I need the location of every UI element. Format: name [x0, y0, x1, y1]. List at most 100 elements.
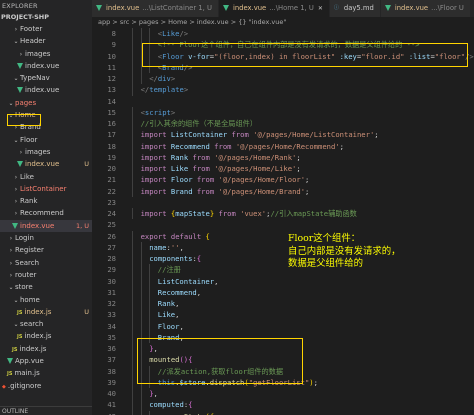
line-number: 11 — [107, 62, 116, 72]
code-token: /> — [179, 29, 189, 38]
code-line: 29 //注册 — [92, 264, 474, 276]
tree-item-footer[interactable]: › Footer — [0, 23, 92, 35]
code-line: 20 import Like from '@/pages/Home/Like'; — [92, 163, 474, 175]
tree-item-label: Home — [15, 111, 36, 120]
tree-item-home[interactable]: ⌄home — [0, 294, 92, 306]
line-number: 21 — [107, 175, 116, 185]
tree-item-typenav[interactable]: ⌄TypeNav — [0, 72, 92, 84]
indent-guide — [132, 298, 133, 310]
file-tree: › Footer ⌄Header › images index.vue ⌄TypeNav in… — [0, 23, 92, 392]
indent-guide — [149, 309, 151, 321]
code-text: components:{ — [149, 253, 201, 264]
code-token: </ — [140, 85, 150, 95]
line-number: 22 — [107, 186, 116, 196]
code-token: script — [144, 107, 171, 117]
tab-label: index.vue — [394, 4, 429, 12]
outline-section[interactable]: OUTLINE — [0, 406, 92, 415]
tree-item-pages[interactable]: ⌄pages — [0, 97, 92, 109]
line-number: 31 — [107, 287, 116, 297]
line-number: 8 — [111, 29, 116, 38]
code-text: import Floor from '@/pages/Home/Floor'; — [141, 174, 310, 185]
code-token: '@/pages/Home/Recommend' — [235, 141, 340, 151]
line-number: 25 — [107, 220, 116, 230]
indent-guide — [149, 275, 151, 287]
indent-guide — [132, 253, 133, 265]
tree-item-router[interactable]: › router — [0, 269, 92, 281]
tree-item-index-vue[interactable]: index.vue 1, U — [0, 219, 92, 233]
tree-item-label: images — [25, 147, 51, 156]
code-token: </ — [149, 74, 158, 83]
code-editor[interactable]: 8 <Like/> 9 <!-- Floor这个组件，自己在组件内部是没有发请求的，数… — [92, 28, 474, 415]
indent-guide — [132, 151, 133, 163]
tree-item-app-vue[interactable]: App.vue — [0, 355, 92, 367]
indent-guide — [140, 320, 142, 332]
code-token: import — [140, 209, 171, 218]
code-token: import — [140, 186, 171, 196]
tree-item-images[interactable]: › images — [0, 146, 92, 158]
tree-item-index-js[interactable]: JS index.js — [0, 343, 92, 355]
indent-guide — [140, 298, 142, 310]
breadcrumb[interactable]: app > src > pages > Home > index.vue > {… — [92, 17, 474, 28]
code-token: ; — [374, 130, 379, 140]
tree-item-login[interactable]: › Login — [0, 232, 92, 244]
code-token: 'vuex' — [240, 209, 267, 218]
tree-item-index-vue[interactable]: index.vue — [0, 84, 92, 96]
close-icon[interactable]: ✕ — [318, 5, 323, 12]
tree-item-search[interactable]: › Search — [0, 257, 92, 269]
tree-item-floor[interactable]: ⌄Floor — [0, 134, 92, 146]
tab-day5-md[interactable]: ⓘ day5.md — [329, 0, 381, 17]
indent-guide — [132, 264, 133, 276]
tree-item-store[interactable]: ⌄store — [0, 281, 92, 293]
tab-label: index.vue — [106, 4, 140, 12]
code-line: 15 <script> — [92, 106, 474, 118]
tree-item-search[interactable]: ⌄search — [0, 318, 92, 330]
tree-item-label: Like — [20, 172, 34, 181]
project-folder[interactable]: PROJECT-SHP — [0, 12, 92, 23]
tree-item-label: Search — [15, 258, 40, 267]
tree-item-recommend[interactable]: › Recommend — [0, 207, 92, 219]
annotation-line-1: Floor这个组件： — [288, 233, 361, 244]
annotation-line-3: 数据是父组件给的 — [288, 258, 364, 269]
line-number: 9 — [111, 40, 116, 50]
tree-item-like[interactable]: › Like — [0, 171, 92, 183]
tree-item-index-vue[interactable]: index.vue — [0, 60, 92, 72]
tab-index-vue[interactable]: index.vue ...\Home 1, U ✕ — [218, 0, 330, 17]
git-status-badge: U — [84, 160, 89, 169]
tree-item-label: Header — [20, 37, 46, 46]
line-number: 37 — [107, 355, 116, 365]
line-number: 10 — [107, 51, 116, 61]
line-number: 41 — [107, 400, 116, 410]
tree-item-label: search — [20, 320, 44, 329]
tree-item-header[interactable]: ⌄Header — [0, 35, 92, 47]
tab-index-vue[interactable]: index.vue ...\ListContainer 1, U — [92, 0, 219, 17]
tree-item-label: ListContainer — [20, 184, 67, 193]
code-token: name — [149, 242, 167, 252]
tree-item-index-js[interactable]: JS index.js U — [0, 306, 92, 318]
tree-item-rank[interactable]: › Rank — [0, 195, 92, 207]
tab-index-vue[interactable]: index.vue ...\Floor U — [380, 0, 471, 17]
code-text: import Brand from '@/pages/Home/Brand'; — [141, 186, 310, 197]
tree-item-listcontainer[interactable]: › ListContainer — [0, 183, 92, 195]
indent-guide — [132, 331, 133, 343]
indent-guide — [132, 140, 133, 152]
tree-item-index-vue[interactable]: index.vue U — [0, 158, 92, 170]
tree-item-images[interactable]: › images — [0, 48, 92, 60]
tree-item--gitignore[interactable]: ◆ .gitignore — [0, 380, 92, 392]
code-line: 18 import Recommend from '@/pages/Home/Re… — [92, 140, 474, 152]
tree-item-index-js[interactable]: JS index.js — [0, 330, 92, 342]
code-line: 22 import Brand from '@/pages/Home/Brand'… — [92, 185, 474, 197]
code-line: 30 ListContainer, — [92, 275, 474, 287]
tree-item-register[interactable]: › Register — [0, 244, 92, 256]
indent-guide — [149, 320, 151, 332]
code-token: //引入其余的组件（不是全局组件） — [140, 119, 258, 128]
code-token: from — [231, 130, 254, 140]
tree-item-main-js[interactable]: JS main.js — [0, 367, 92, 379]
code-token: > — [183, 85, 189, 95]
code-token: ({ — [205, 412, 214, 415]
tab-path: ...\Floor U — [431, 4, 464, 12]
code-line: 34 Floor, — [92, 320, 474, 332]
code-token: import — [140, 175, 171, 185]
code-token: ; — [305, 186, 310, 196]
tree-item-home[interactable]: ⌄Home — [0, 109, 92, 121]
tree-item-brand[interactable]: › Brand — [0, 121, 92, 133]
